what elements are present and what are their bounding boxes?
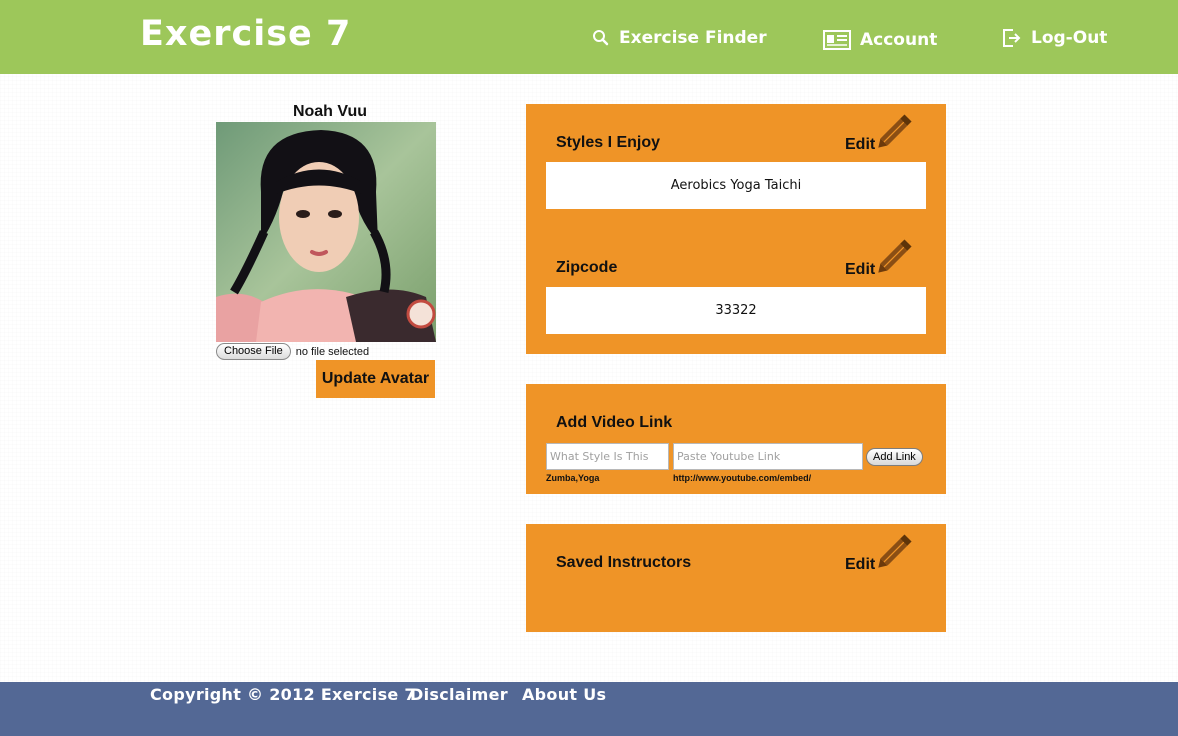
video-style-input[interactable] bbox=[546, 443, 669, 470]
zipcode-value: 33322 bbox=[546, 287, 926, 334]
logout-icon bbox=[1002, 28, 1022, 48]
pencil-icon[interactable] bbox=[875, 109, 917, 156]
avatar bbox=[216, 122, 436, 342]
nav-exercise-finder[interactable]: Exercise Finder bbox=[592, 28, 767, 48]
saved-instructors-title: Saved Instructors bbox=[556, 554, 692, 571]
nav-account-label: Account bbox=[860, 30, 938, 50]
copyright-text: Copyright © 2012 Exercise 7 bbox=[150, 685, 416, 704]
styles-value: Aerobics Yoga Taichi bbox=[546, 162, 926, 209]
pencil-icon[interactable] bbox=[875, 529, 917, 576]
site-logo[interactable]: Exercise 7 bbox=[140, 14, 351, 54]
update-avatar-button[interactable]: Update Avatar bbox=[316, 360, 435, 398]
nav-account[interactable]: Account bbox=[823, 30, 937, 50]
zipcode-title: Zipcode bbox=[556, 259, 618, 276]
nav-log-out-label: Log-Out bbox=[1031, 28, 1108, 48]
styles-title: Styles I Enjoy bbox=[556, 134, 661, 151]
preferences-panel: Styles I Enjoy Edit Aerobics Yoga Taichi… bbox=[526, 104, 946, 354]
choose-file-button[interactable]: Choose File bbox=[216, 343, 291, 360]
add-video-panel: Add Video Link Add Link Zumba,Yoga http:… bbox=[526, 384, 946, 494]
footer: Copyright © 2012 Exercise 7 Disclaimer A… bbox=[0, 682, 1178, 736]
avatar-file-picker: Choose File no file selected bbox=[216, 343, 369, 360]
style-hint: Zumba,Yoga bbox=[546, 473, 600, 483]
pencil-icon[interactable] bbox=[875, 234, 917, 281]
top-navigation-bar: Exercise 7 Exercise Finder Account Log-O… bbox=[0, 0, 1178, 74]
edit-zipcode-button[interactable]: Edit bbox=[845, 261, 875, 279]
id-card-icon bbox=[823, 30, 851, 50]
add-video-title: Add Video Link bbox=[556, 414, 673, 431]
file-status-text: no file selected bbox=[295, 345, 370, 358]
nav-exercise-finder-label: Exercise Finder bbox=[619, 28, 767, 48]
nav-log-out[interactable]: Log-Out bbox=[1002, 28, 1107, 48]
edit-instructors-button[interactable]: Edit bbox=[845, 556, 875, 574]
youtube-link-input[interactable] bbox=[673, 443, 863, 470]
link-hint: http://www.youtube.com/embed/ bbox=[673, 473, 812, 483]
about-us-link[interactable]: About Us bbox=[522, 685, 606, 704]
search-icon bbox=[592, 29, 610, 47]
edit-styles-button[interactable]: Edit bbox=[845, 136, 875, 154]
saved-instructors-panel: Saved Instructors Edit bbox=[526, 524, 946, 632]
disclaimer-link[interactable]: Disclaimer bbox=[410, 685, 508, 704]
add-link-button[interactable]: Add Link bbox=[866, 448, 923, 466]
profile-name: Noah Vuu bbox=[292, 103, 368, 120]
